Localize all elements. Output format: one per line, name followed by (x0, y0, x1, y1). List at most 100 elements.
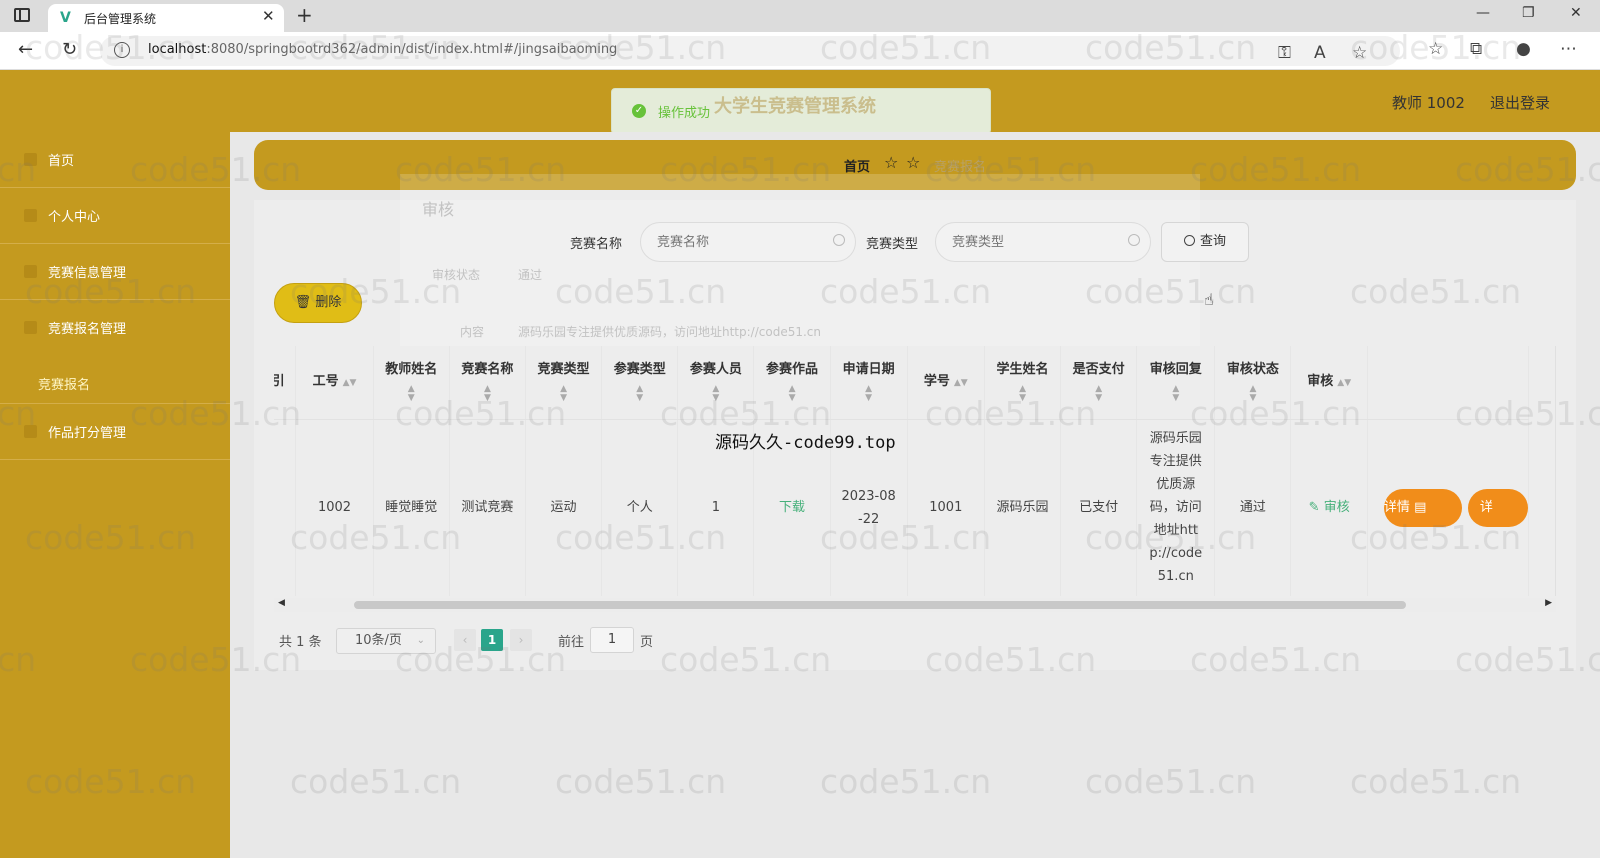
sidebar-item-home[interactable]: 首页 (0, 132, 230, 188)
star-icon: ☆ (884, 153, 899, 172)
column-header-status[interactable]: 审核状态 ▲ ▼ (1214, 346, 1292, 420)
column-header-gonghao[interactable]: 工号 ▲▼ (295, 346, 374, 420)
close-tab-icon[interactable]: ✕ (262, 7, 275, 25)
column-header-actions (1367, 346, 1530, 420)
table-header-row: 索引 工号▲▼ 教师姓名▲▼ 竞赛名称▲▼ 竞赛类型▲▼ 参赛类型▲▼ 参赛人员… (274, 346, 1530, 420)
browser-tab-bar: V 后台管理系统 ✕ + — ❐ ✕ (0, 0, 1600, 32)
sidebar-item-label: 竞赛信息管理 (48, 266, 127, 281)
logout-link[interactable]: 退出登录 (1490, 92, 1550, 113)
key-icon[interactable]: ⚿ (1278, 43, 1291, 63)
pager-total: 共 1 条 (279, 635, 322, 650)
breadcrumb-home[interactable]: 首页 (844, 156, 870, 175)
cell-status: 通过 (1214, 419, 1292, 596)
current-user: 教师 1002 (1392, 94, 1465, 112)
dialog-status-value: 通过 (518, 268, 543, 282)
site-info-icon[interactable]: i (114, 42, 130, 58)
list-icon (24, 265, 37, 278)
scroll-right-icon[interactable]: ▶ (1545, 598, 1552, 608)
column-header-contest[interactable]: 竞赛名称 ▲ ▼ (449, 346, 526, 420)
delete-button[interactable]: 🗑 删除 (274, 283, 362, 323)
url-field[interactable]: i localhost:8080/springbootrd362/admin/d… (100, 36, 1400, 66)
search-icon (1183, 235, 1195, 246)
contest-type-label: 竞赛类型 (866, 237, 919, 252)
dialog-title: 审核 (422, 200, 455, 219)
contest-name-input[interactable] (640, 222, 856, 262)
cell-actions: 详情 ▤ 详 (1367, 419, 1530, 596)
cell-audit: ✎ 审核 (1290, 419, 1368, 596)
user-icon (24, 209, 37, 222)
detail-button[interactable]: 详情 ▤ (1383, 488, 1462, 527)
favorites-icon[interactable]: ☆ (1428, 39, 1443, 59)
contest-type-field[interactable] (952, 223, 1112, 261)
table-horizontal-scrollbar[interactable]: ◀ ▶ (274, 598, 1556, 612)
sidebar-item-label: 作品打分管理 (48, 426, 127, 441)
column-header-student-name[interactable]: 学生姓名 ▲ ▼ (984, 346, 1062, 420)
scroll-left-icon[interactable]: ◀ (278, 598, 285, 608)
column-header-reply[interactable]: 审核回复 ▲ ▼ (1136, 346, 1216, 420)
cell-student-name: 源码乐园 (984, 419, 1062, 596)
prev-page-button[interactable]: ‹ (454, 629, 476, 651)
registration-table: 索引 工号▲▼ 教师姓名▲▼ 竞赛名称▲▼ 竞赛类型▲▼ 参赛类型▲▼ 参赛人员… (274, 346, 1556, 596)
profile-avatar-icon[interactable]: ● (1516, 39, 1531, 59)
goto-page-input[interactable]: 1 (590, 627, 634, 653)
column-header-date[interactable]: 申请日期 ▲ ▼ (830, 346, 908, 420)
column-header-audit[interactable]: 审核 ▲▼ (1290, 346, 1368, 420)
column-header-index: 索引 (274, 346, 297, 420)
column-header-work[interactable]: 参赛作品 ▲ ▼ (753, 346, 831, 420)
delete-button-label: 删除 (315, 295, 342, 310)
add-favorite-icon[interactable]: ☆ (1352, 43, 1367, 63)
scroll-thumb[interactable] (354, 601, 1406, 609)
column-header-members[interactable]: 参赛人员 ▲ ▼ (677, 346, 755, 420)
star-icon: ☆ (906, 153, 921, 172)
tab-title: 后台管理系统 (84, 12, 157, 26)
back-icon[interactable]: ← (18, 39, 33, 60)
column-header-student-no[interactable]: 学号 ▲▼ (907, 346, 985, 420)
sidebar-item-label: 竞赛报名管理 (48, 322, 127, 337)
cell-contest-type: 运动 (525, 419, 603, 596)
collections-icon[interactable]: ⧉ (1470, 39, 1482, 59)
document-icon: ▤ (1414, 499, 1427, 515)
search-icon (1128, 234, 1140, 246)
read-aloud-icon[interactable]: A (1314, 43, 1326, 63)
cell-gonghao: 1002 (295, 419, 374, 596)
cell-reply: 源码乐园专注提供优质源码，访问地址http://code51.cn (1136, 419, 1216, 596)
sidebar-item-scoring[interactable]: 作品打分管理 (0, 404, 230, 460)
restore-icon[interactable]: ❐ (1522, 5, 1535, 21)
contest-name-field[interactable] (657, 223, 817, 261)
tab-actions-icon[interactable] (14, 8, 30, 22)
column-header-teacher[interactable]: 教师姓名 ▲ ▼ (373, 346, 450, 420)
edit-icon: ✎ (1308, 500, 1320, 516)
audit-link[interactable]: ✎ 审核 (1309, 500, 1350, 515)
vue-logo-icon: V (60, 10, 71, 26)
query-button-label: 查询 (1199, 234, 1226, 249)
dialog-content-label: 内容 (460, 325, 485, 339)
grid-icon (24, 425, 37, 438)
sidebar-item-registration[interactable]: 竞赛报名管理 (0, 300, 230, 404)
home-icon (24, 153, 37, 166)
more-detail-button[interactable]: 详 (1467, 488, 1528, 527)
sidebar-item-label: 个人中心 (48, 210, 101, 225)
sidebar-item-contest-info[interactable]: 竞赛信息管理 (0, 244, 230, 300)
close-window-icon[interactable]: ✕ (1570, 5, 1582, 21)
sidebar-subitem-registration[interactable]: 竞赛报名 (38, 374, 90, 393)
column-header-contest-type[interactable]: 竞赛类型 ▲ ▼ (525, 346, 603, 420)
sidebar-item-profile[interactable]: 个人中心 (0, 188, 230, 244)
cell-teacher: 睡觉睡觉 (373, 419, 450, 596)
chevron-down-icon: ⌄ (416, 635, 425, 646)
contest-name-label: 竞赛名称 (570, 237, 623, 252)
download-link[interactable]: 下载 (779, 500, 805, 515)
more-options-icon[interactable]: ⋯ (1560, 39, 1577, 59)
contest-type-input[interactable] (935, 222, 1151, 262)
reload-icon[interactable]: ↻ (62, 39, 77, 60)
cell-paid: 已支付 (1060, 419, 1138, 596)
query-button[interactable]: 查询 (1161, 222, 1249, 262)
current-page[interactable]: 1 (481, 629, 503, 651)
browser-tab[interactable]: V 后台管理系统 ✕ (48, 4, 284, 32)
minimize-icon[interactable]: — (1476, 5, 1490, 21)
new-tab-icon[interactable]: + (296, 3, 313, 27)
page-size-select[interactable]: 10条/页 ⌄ (336, 628, 436, 654)
column-header-join-type[interactable]: 参赛类型 ▲ ▼ (601, 346, 679, 420)
table-icon (24, 321, 37, 334)
column-header-paid[interactable]: 是否支付 ▲ ▼ (1060, 346, 1138, 420)
next-page-button[interactable]: › (510, 629, 532, 651)
